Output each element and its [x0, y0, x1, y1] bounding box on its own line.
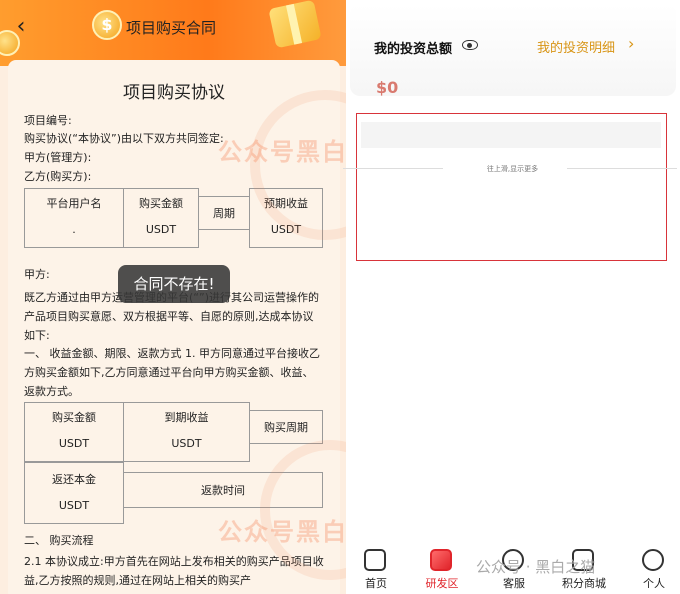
- chevron-right-icon[interactable]: ›: [628, 34, 634, 53]
- party-a-label: 甲方:: [24, 268, 50, 281]
- dollar-coin-icon: $: [92, 10, 122, 40]
- pull-up-hint: 往上滑,显示更多: [486, 165, 539, 173]
- chart-icon: [430, 549, 452, 571]
- table2-header-principal: 返还本金: [52, 473, 96, 486]
- table2-col-purchase-period: 购买周期: [249, 410, 323, 444]
- nav-label: 首页: [365, 577, 387, 590]
- investment-total-value: $0: [376, 78, 399, 97]
- toast-message: 合同不存在!: [118, 265, 230, 303]
- table2-header-purchase-period: 购买周期: [264, 421, 308, 434]
- nav-label: 积分商城: [562, 577, 606, 590]
- table1-value-amount: USDT: [145, 223, 177, 236]
- watermark-text: 公众号黑白之猫: [218, 138, 346, 166]
- divider: [567, 168, 677, 169]
- user-icon: [642, 549, 664, 571]
- project-number: 项目编号:: [24, 114, 72, 127]
- back-arrow-icon[interactable]: ‹: [10, 14, 32, 40]
- nav-label: 客服: [503, 577, 525, 590]
- header-bar: ‹ $ 项目购买合同: [0, 0, 346, 66]
- home-icon: [364, 549, 386, 571]
- investment-screen: 我的投资总额 我的投资明细 › $0 往上滑,显示更多: [343, 0, 680, 594]
- page-title: 项目购买合同: [126, 19, 217, 37]
- table2-col-due-return: 到期收益 USDT: [123, 402, 250, 462]
- table2-header-due-return: 到期收益: [164, 411, 209, 424]
- table2-value-due-return: USDT: [171, 437, 202, 450]
- eye-icon[interactable]: [462, 40, 478, 50]
- table1-header-amount: 购买金额: [139, 197, 183, 210]
- table1-col-amount: 购买金额 USDT: [123, 188, 199, 248]
- watermark-text: 公众号黑白之猫: [218, 518, 346, 546]
- table1-col-period: 周期: [198, 196, 250, 230]
- investment-total-title: 我的投资总额: [374, 42, 453, 57]
- investment-list-panel: 往上滑,显示更多: [343, 113, 677, 261]
- table2-col-amount: 购买金额 USDT: [24, 402, 124, 462]
- table2-value-amount: USDT: [58, 437, 90, 450]
- table1-col-username: 平台用户名 .: [24, 188, 124, 248]
- investment-detail-link[interactable]: 我的投资明细: [537, 37, 615, 56]
- nav-label: 个人: [643, 577, 665, 590]
- party-a-line: 甲方(管理方):: [24, 151, 92, 164]
- nav-item-rd[interactable]: 研发区: [412, 545, 472, 594]
- table1-value-username: .: [72, 223, 76, 236]
- agreement-paragraph-2: 一、 收益金额、期限、返款方式 1. 甲方同意通过平台接收乙方购买金额如下,乙方…: [24, 347, 320, 398]
- table2-value-principal: USDT: [58, 499, 90, 512]
- list-header-bar: [361, 122, 661, 148]
- nav-label: 研发区: [425, 577, 459, 590]
- intro-line: 购买协议(“本协议”)由以下双方共同签定:: [24, 132, 224, 145]
- table1-header-period: 周期: [213, 207, 235, 220]
- table1-header-username: 平台用户名: [46, 197, 102, 210]
- nav-item-home[interactable]: 首页: [346, 545, 406, 594]
- section-purchase-process: 二、 购买流程: [24, 534, 94, 547]
- wechat-watermark: 公众号 · 黑白之猫: [476, 558, 596, 576]
- table2-header-amount: 购买金额: [52, 411, 96, 424]
- contract-screen: ‹ $ 项目购买合同 项目购买协议 项目编号: 购买协议(“本协议”)由以下双方…: [0, 0, 346, 594]
- gift-box-icon: [268, 0, 322, 49]
- nav-item-profile[interactable]: 个人: [624, 545, 680, 594]
- table2-col-principal: 返还本金 USDT: [24, 462, 124, 524]
- party-b-line: 乙方(购买方):: [24, 170, 92, 183]
